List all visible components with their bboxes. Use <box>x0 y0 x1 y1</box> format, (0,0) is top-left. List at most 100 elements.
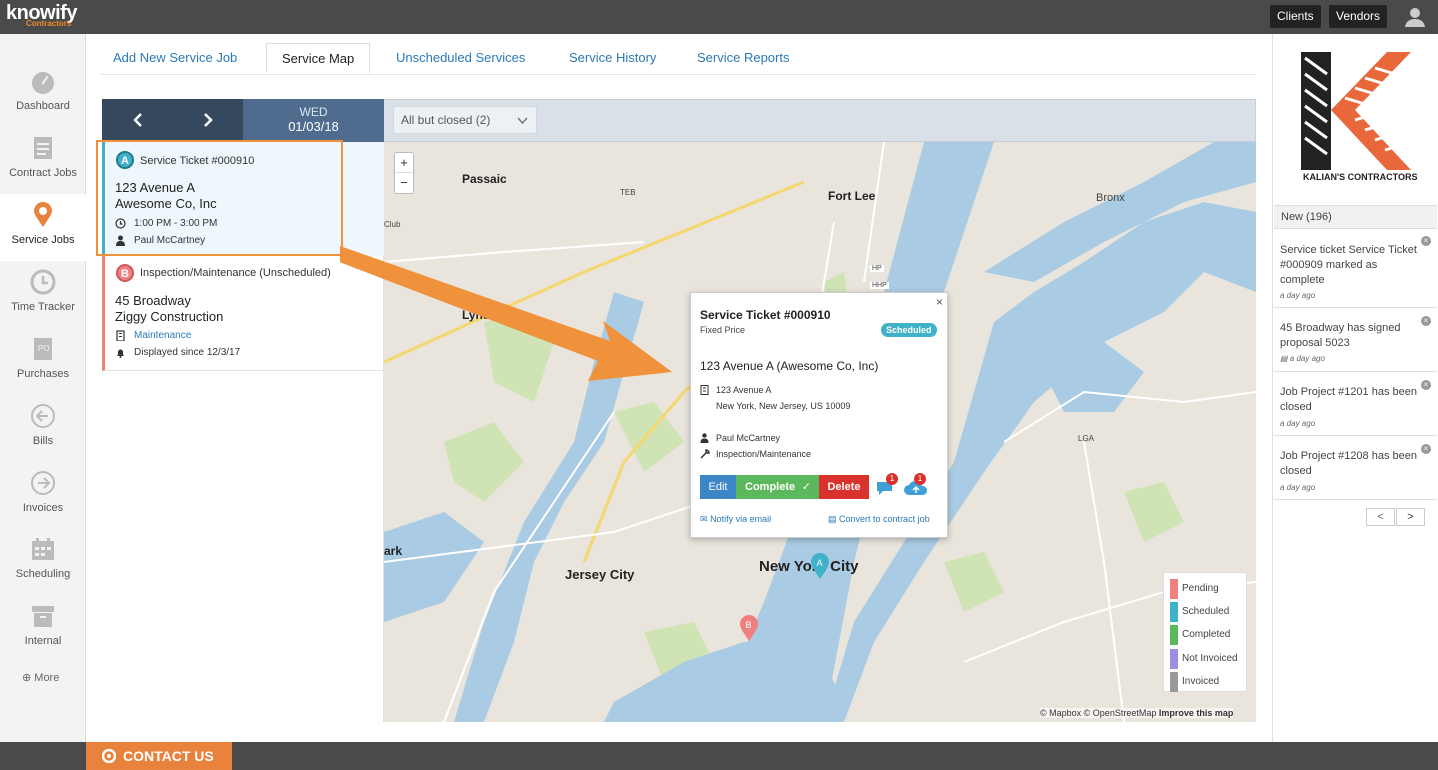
contact-us-button[interactable]: CONTACT US <box>86 742 232 770</box>
svg-text:PO: PO <box>38 344 50 353</box>
osm-link[interactable]: © OpenStreetMap <box>1084 708 1157 718</box>
zoom-in-button[interactable]: + <box>395 153 413 173</box>
map-legend: Pending Scheduled Completed Not Invoiced… <box>1163 572 1247 692</box>
notifications-prev-button[interactable]: < <box>1366 508 1395 526</box>
vendors-button[interactable]: Vendors <box>1329 5 1388 28</box>
sidebar-item-label: Purchases <box>17 368 69 380</box>
popup-address-line2: New York, New Jersey, US 10009 <box>716 401 851 411</box>
popup-address-line1: 123 Avenue A <box>716 385 772 395</box>
map-label-teb: TEB <box>620 188 636 197</box>
popup-edit-button[interactable]: Edit <box>700 475 736 499</box>
popup-heading: 123 Avenue A (Awesome Co, Inc) <box>700 359 879 373</box>
popup-notify-link[interactable]: ✉ Notify via email <box>700 514 771 525</box>
job-note: Displayed since 12/3/17 <box>134 347 241 358</box>
notification-time: ▤ a day ago <box>1280 354 1325 363</box>
zoom-out-button[interactable]: − <box>395 173 413 193</box>
sidebar-item-dashboard[interactable]: Dashboard <box>0 60 86 127</box>
tabs-divider <box>100 74 1256 75</box>
legend-label: Completed <box>1182 629 1231 640</box>
popup-title: Service Ticket #000910 <box>700 308 831 322</box>
sidebar-item-scheduling[interactable]: Scheduling <box>0 528 86 595</box>
chevron-down-icon <box>517 117 528 125</box>
close-icon[interactable]: × <box>1421 316 1431 326</box>
map-label-bronx: Bronx <box>1096 192 1125 204</box>
company-logo-k-icon <box>1301 52 1411 170</box>
sidebar-item-invoices[interactable]: Invoices <box>0 462 86 529</box>
annotation-highlight-box <box>96 140 343 256</box>
improve-map-link[interactable]: Improve this map <box>1159 708 1234 718</box>
map-label-club: Club <box>384 220 401 229</box>
popup-subtitle: Fixed Price <box>700 325 746 335</box>
close-icon[interactable]: × <box>1421 444 1431 454</box>
legend-label: Scheduled <box>1182 606 1230 617</box>
person-icon <box>700 433 709 443</box>
document-icon <box>34 137 52 159</box>
notification-item[interactable]: 45 Broadway has signed proposal 5023 ▤ a… <box>1274 308 1437 372</box>
bell-icon <box>117 349 124 358</box>
close-icon[interactable]: × <box>1421 236 1431 246</box>
map-marker-b-icon[interactable]: B <box>739 614 759 642</box>
notification-item[interactable]: Job Project #1208 has been closed a day … <box>1274 436 1437 500</box>
marker-b-badge: B <box>116 264 134 282</box>
legend-swatch <box>1170 579 1178 599</box>
tab-service-map[interactable]: Service Map <box>266 43 371 73</box>
map-label-lga: LGA <box>1078 434 1095 443</box>
sidebar-item-label: Time Tracker <box>11 301 75 313</box>
map-attribution: © Mapbox © OpenStreetMap Improve this ma… <box>1040 708 1234 718</box>
sidebar-item-purchases[interactable]: PO Purchases <box>0 328 86 395</box>
popup-complete-label: Complete <box>745 481 796 493</box>
tab-service-history[interactable]: Service History <box>569 43 656 73</box>
popup-delete-button[interactable]: Delete <box>819 475 869 499</box>
envelope-icon: ✉ <box>700 514 708 524</box>
job-type-link[interactable]: Maintenance <box>134 330 191 341</box>
user-icon[interactable] <box>1404 6 1426 28</box>
date-value: 01/03/18 <box>288 119 339 134</box>
document-icon: ▤ <box>828 514 837 524</box>
check-circle-icon: ✓ <box>801 481 811 493</box>
building-icon <box>700 385 709 395</box>
sidebar-item-contract-jobs[interactable]: Contract Jobs <box>0 127 86 194</box>
date-display[interactable]: WED 01/03/18 <box>243 99 384 142</box>
building-icon <box>116 330 125 341</box>
notification-text: 45 Broadway has signed proposal 5023 <box>1280 322 1401 349</box>
date-day: WED <box>299 105 328 119</box>
sidebar-item-label: Service Jobs <box>11 234 75 246</box>
tab-unscheduled-services[interactable]: Unscheduled Services <box>396 43 525 73</box>
popup-close-button[interactable]: × <box>936 295 943 309</box>
notifications-next-button[interactable]: > <box>1396 508 1425 526</box>
status-filter-select[interactable]: All but closed (2) <box>393 106 537 134</box>
mapbox-link[interactable]: © Mapbox <box>1040 708 1081 718</box>
app-logo-sub: Contractors <box>26 19 72 28</box>
map-marker-a-icon[interactable]: A <box>810 552 830 580</box>
lifebuoy-icon <box>102 749 116 763</box>
notification-time: a day ago <box>1280 483 1316 492</box>
clients-button[interactable]: Clients <box>1270 5 1321 28</box>
more-button[interactable]: ⊕ More <box>22 671 59 684</box>
status-filter-value: All but closed (2) <box>401 113 491 127</box>
plus-circle-icon: ⊕ <box>22 672 32 684</box>
notification-item[interactable]: Service ticket Service Ticket #000909 ma… <box>1274 230 1437 308</box>
close-icon[interactable]: × <box>1421 380 1431 390</box>
sidebar-item-bills[interactable]: Bills <box>0 395 86 462</box>
tab-add-new-service-job[interactable]: Add New Service Job <box>113 43 237 73</box>
sidebar-item-time-tracker[interactable]: Time Tracker <box>0 261 86 328</box>
chevron-left-icon[interactable] <box>131 112 145 128</box>
chat-count-badge: 1 <box>886 473 898 485</box>
tab-service-reports[interactable]: Service Reports <box>697 43 789 73</box>
sidebar-item-service-jobs[interactable]: Service Jobs <box>0 194 86 261</box>
popup-status-badge: Scheduled <box>881 323 937 337</box>
company-logo: KALIAN'S CONTRACTORS <box>1297 48 1417 188</box>
notification-item[interactable]: Job Project #1201 has been closed a day … <box>1274 372 1437 436</box>
sidebar-item-internal[interactable]: Internal <box>0 595 86 662</box>
gauge-icon <box>32 72 54 94</box>
map-label-hp: HP <box>870 265 884 272</box>
svg-text:B: B <box>746 620 752 630</box>
popup-convert-link[interactable]: ▤ Convert to contract job <box>828 514 930 525</box>
popup-complete-button[interactable]: Complete ✓ <box>736 475 819 499</box>
po-icon: PO <box>34 338 52 360</box>
notification-text: Job Project #1208 has been closed <box>1280 450 1417 477</box>
notification-text: Job Project #1201 has been closed <box>1280 386 1417 413</box>
sidebar: Dashboard Contract Jobs Service Jobs Tim… <box>0 34 86 742</box>
map-label-hhp: HHP <box>870 282 889 289</box>
chevron-right-icon[interactable] <box>201 112 215 128</box>
